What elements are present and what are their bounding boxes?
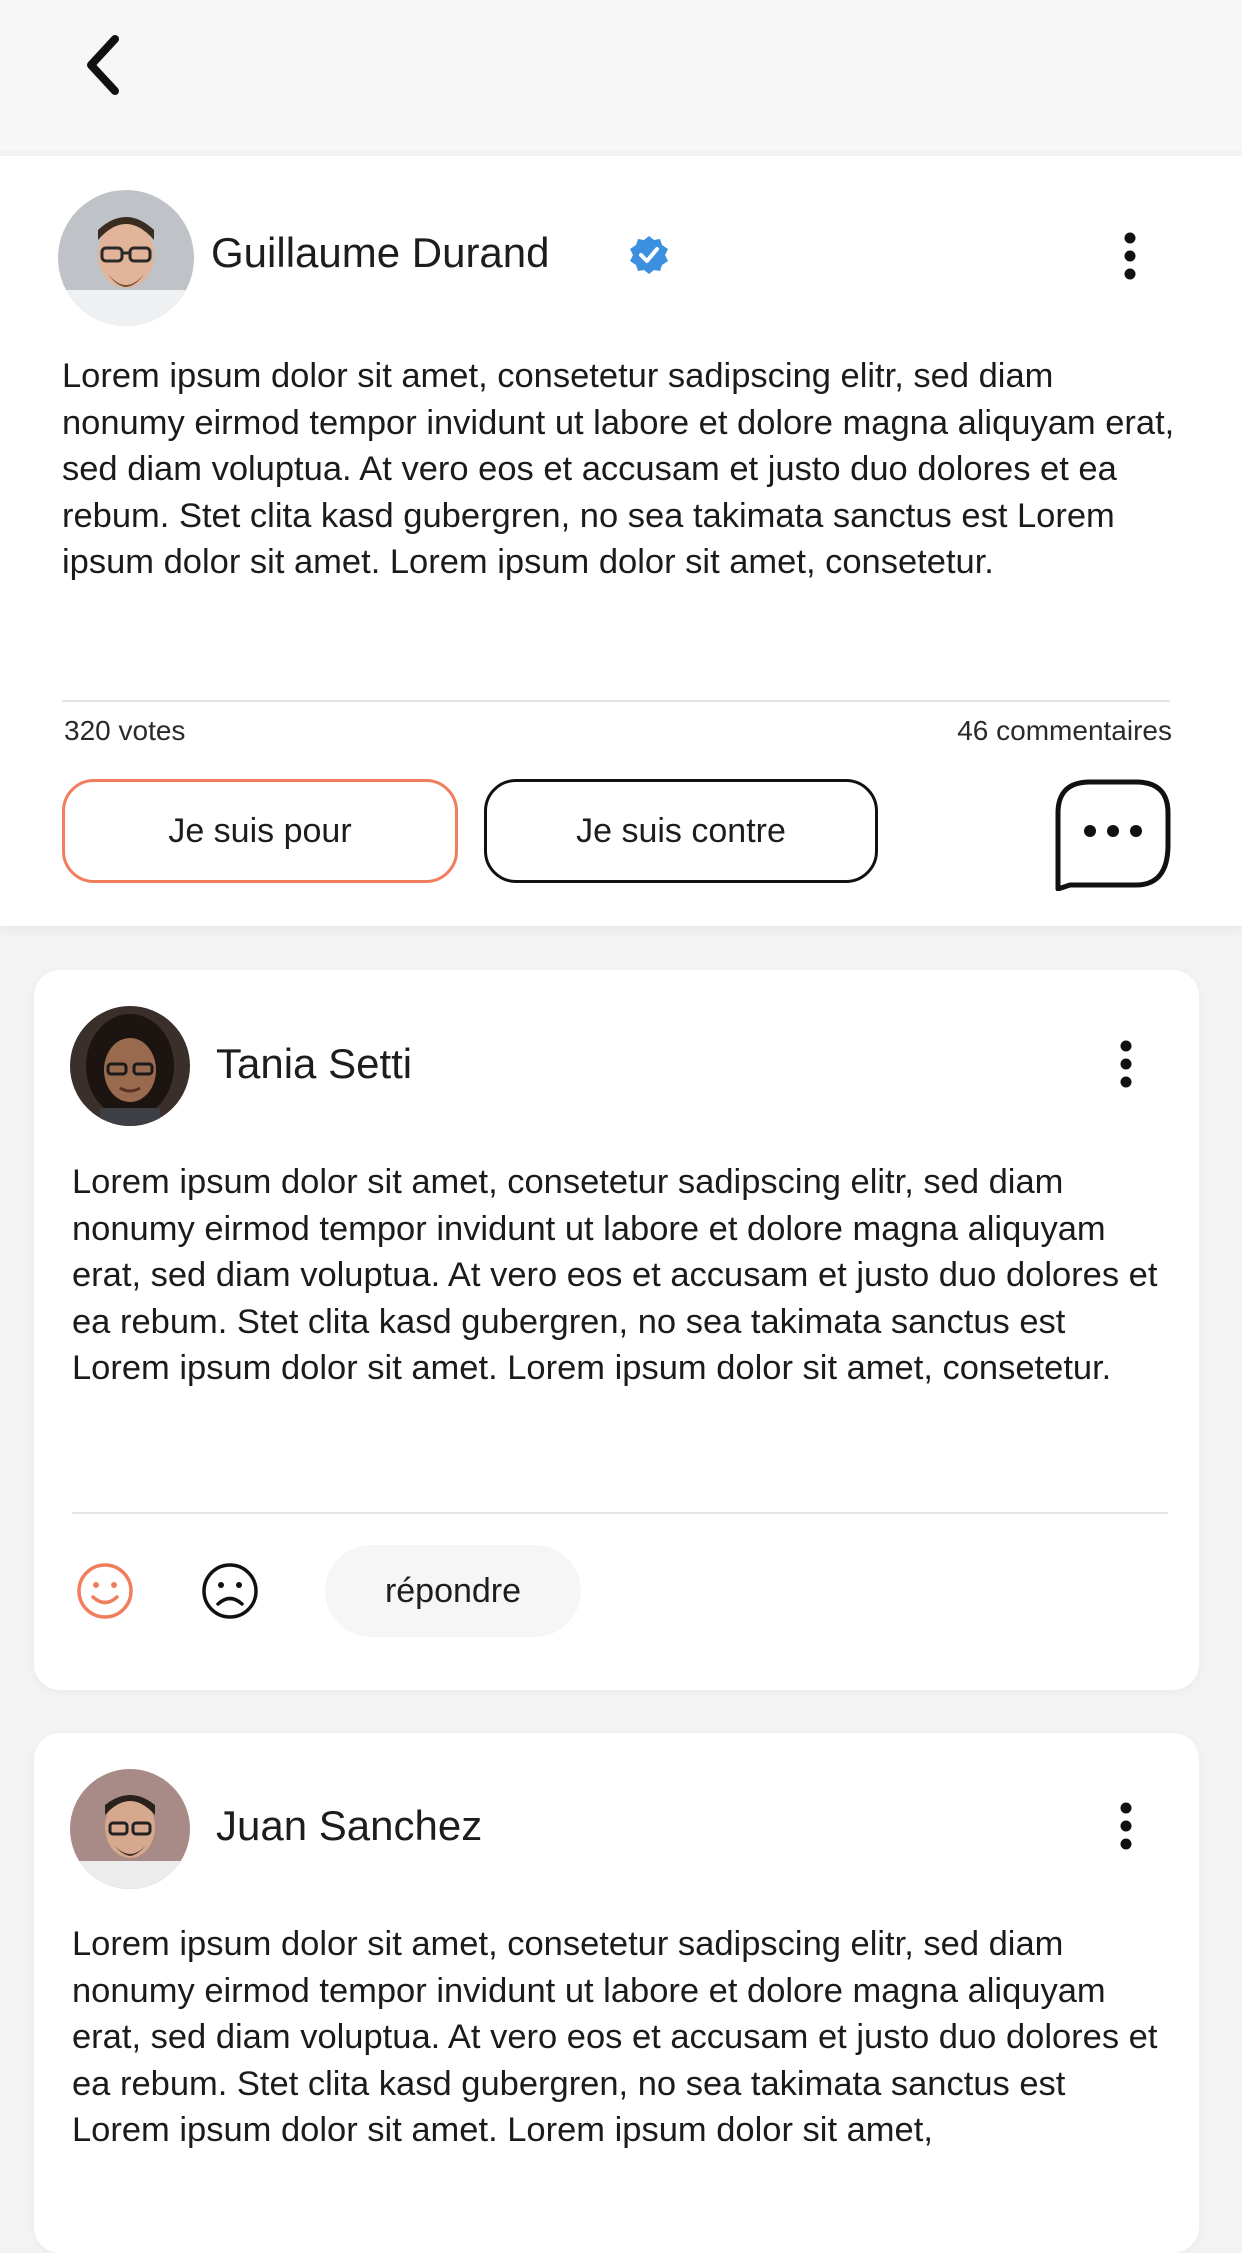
post-more-button[interactable]: [1110, 221, 1150, 291]
kebab-icon: [1120, 1040, 1132, 1088]
avatar-tania: [70, 1006, 190, 1126]
comment-body: Lorem ipsum dolor sit amet, consetetur s…: [72, 1925, 1158, 2149]
reply-button[interactable]: répondre: [325, 1545, 581, 1637]
comment-more-button[interactable]: [1106, 1791, 1146, 1861]
chat-bubble-icon: [1055, 779, 1171, 892]
comment-more-button[interactable]: [1106, 1029, 1146, 1099]
avatar[interactable]: [58, 190, 194, 326]
for-button[interactable]: Je suis pour: [62, 779, 458, 883]
divider: [62, 700, 1170, 702]
votes-count: 320 votes: [64, 715, 186, 746]
divider: [72, 1512, 1168, 1514]
back-button[interactable]: [68, 30, 138, 100]
verified-badge-icon: [630, 236, 668, 274]
avatar[interactable]: [70, 1769, 190, 1889]
comment-author[interactable]: Tania Setti: [216, 1040, 412, 1088]
comment-button[interactable]: [1050, 777, 1174, 892]
frown-icon[interactable]: [200, 1561, 260, 1621]
comment-author[interactable]: Juan Sanchez: [216, 1802, 482, 1850]
top-bar: [0, 0, 1242, 150]
author-name[interactable]: Guillaume Durand: [211, 229, 550, 277]
avatar-guillaume: [58, 190, 194, 326]
against-button[interactable]: Je suis contre: [484, 779, 878, 883]
comments-count[interactable]: 46 commentaires: [957, 715, 1172, 747]
post-body: Lorem ipsum dolor sit amet, consetetur s…: [62, 357, 1175, 581]
smile-icon[interactable]: [75, 1561, 135, 1621]
chevron-left-icon: [87, 35, 119, 95]
kebab-icon: [1124, 232, 1136, 280]
kebab-icon: [1120, 1802, 1132, 1850]
avatar[interactable]: [70, 1006, 190, 1126]
comment-body: Lorem ipsum dolor sit amet, consetetur s…: [72, 1163, 1158, 1387]
avatar-juan: [70, 1769, 190, 1889]
